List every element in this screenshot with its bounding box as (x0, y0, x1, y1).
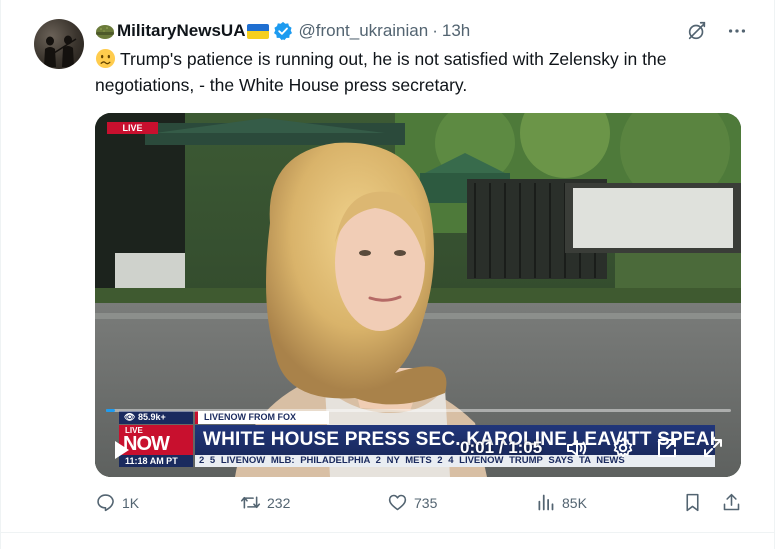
more-icon[interactable] (726, 20, 748, 42)
heart-icon (388, 494, 407, 511)
picture-in-picture-button[interactable] (655, 436, 679, 460)
grok-icon[interactable] (686, 20, 708, 42)
views-count: 85K (562, 494, 587, 511)
tweet-body: Trump's patience is running out, he is n… (95, 49, 667, 95)
author-name-group[interactable]: MilitaryNewsUA (95, 21, 270, 41)
chyron-headline: WHITE HOUSE PRESS SEC. KAROLINE LEAVITT … (195, 425, 715, 455)
live-badge: LIVE (107, 122, 158, 134)
like-button[interactable]: 735 (387, 492, 437, 513)
author-handle[interactable]: @front_ukrainian (298, 21, 428, 41)
source-label: LIVENOW FROM FOX (195, 411, 329, 424)
viewer-count: 👁 85.9k+ (119, 411, 193, 424)
viewer-count-value: 85.9k+ (137, 412, 166, 422)
bookmark-button[interactable] (682, 492, 703, 513)
author-name[interactable]: MilitaryNewsUA (117, 21, 245, 41)
tweet-card[interactable]: MilitaryNewsUA @front_ukrainian · 13h Tr… (0, 0, 775, 549)
video-time-display: 0:01 / 1:05 (460, 438, 543, 457)
verified-badge-icon[interactable] (273, 21, 293, 41)
video-progress-bar[interactable] (106, 409, 731, 412)
repost-button[interactable]: 232 (240, 492, 290, 513)
tweet-top-actions (686, 20, 748, 42)
reply-icon (97, 494, 114, 512)
ukraine-flag-icon (247, 23, 270, 39)
video-player[interactable]: LIVE 👁 85.9k+ LIVENOW FROM FOX LIVE NOW … (95, 113, 741, 477)
play-icon (115, 441, 129, 459)
fullscreen-icon (704, 439, 722, 457)
repost-icon (240, 496, 261, 509)
worried-face-emoji-icon (95, 48, 116, 69)
settings-icon (613, 437, 633, 458)
views-button[interactable]: 85K (535, 492, 587, 513)
settings-button[interactable] (611, 436, 635, 460)
bookmark-icon (686, 493, 699, 512)
tweet-text: Trump's patience is running out, he is n… (95, 46, 745, 98)
repost-count: 232 (267, 494, 291, 511)
tweet-actions-bar: 1K 232 735 85K (95, 492, 745, 516)
tweet-timestamp[interactable]: 13h (442, 21, 470, 41)
header-separator: · (432, 21, 438, 40)
volume-button[interactable] (565, 436, 589, 460)
share-button[interactable] (721, 492, 742, 513)
views-icon (538, 494, 554, 511)
helmet-emoji-icon (96, 25, 114, 39)
chyron-ticker: 2 5 LIVENOW MLB: PHILADELPHIA 2 NY METS … (195, 455, 715, 467)
fullscreen-button[interactable] (701, 436, 725, 460)
video-progress-fill (106, 409, 116, 412)
share-icon (723, 493, 740, 511)
tweet-divider (1, 532, 775, 533)
reply-count: 1K (122, 494, 140, 511)
author-avatar[interactable] (34, 19, 84, 69)
like-count: 735 (414, 494, 438, 511)
reply-button[interactable]: 1K (95, 492, 139, 513)
volume-icon (567, 440, 587, 456)
pip-icon (658, 439, 676, 457)
play-button[interactable] (109, 438, 131, 460)
tweet-header: MilitaryNewsUA @front_ukrainian · 13h (95, 20, 470, 42)
